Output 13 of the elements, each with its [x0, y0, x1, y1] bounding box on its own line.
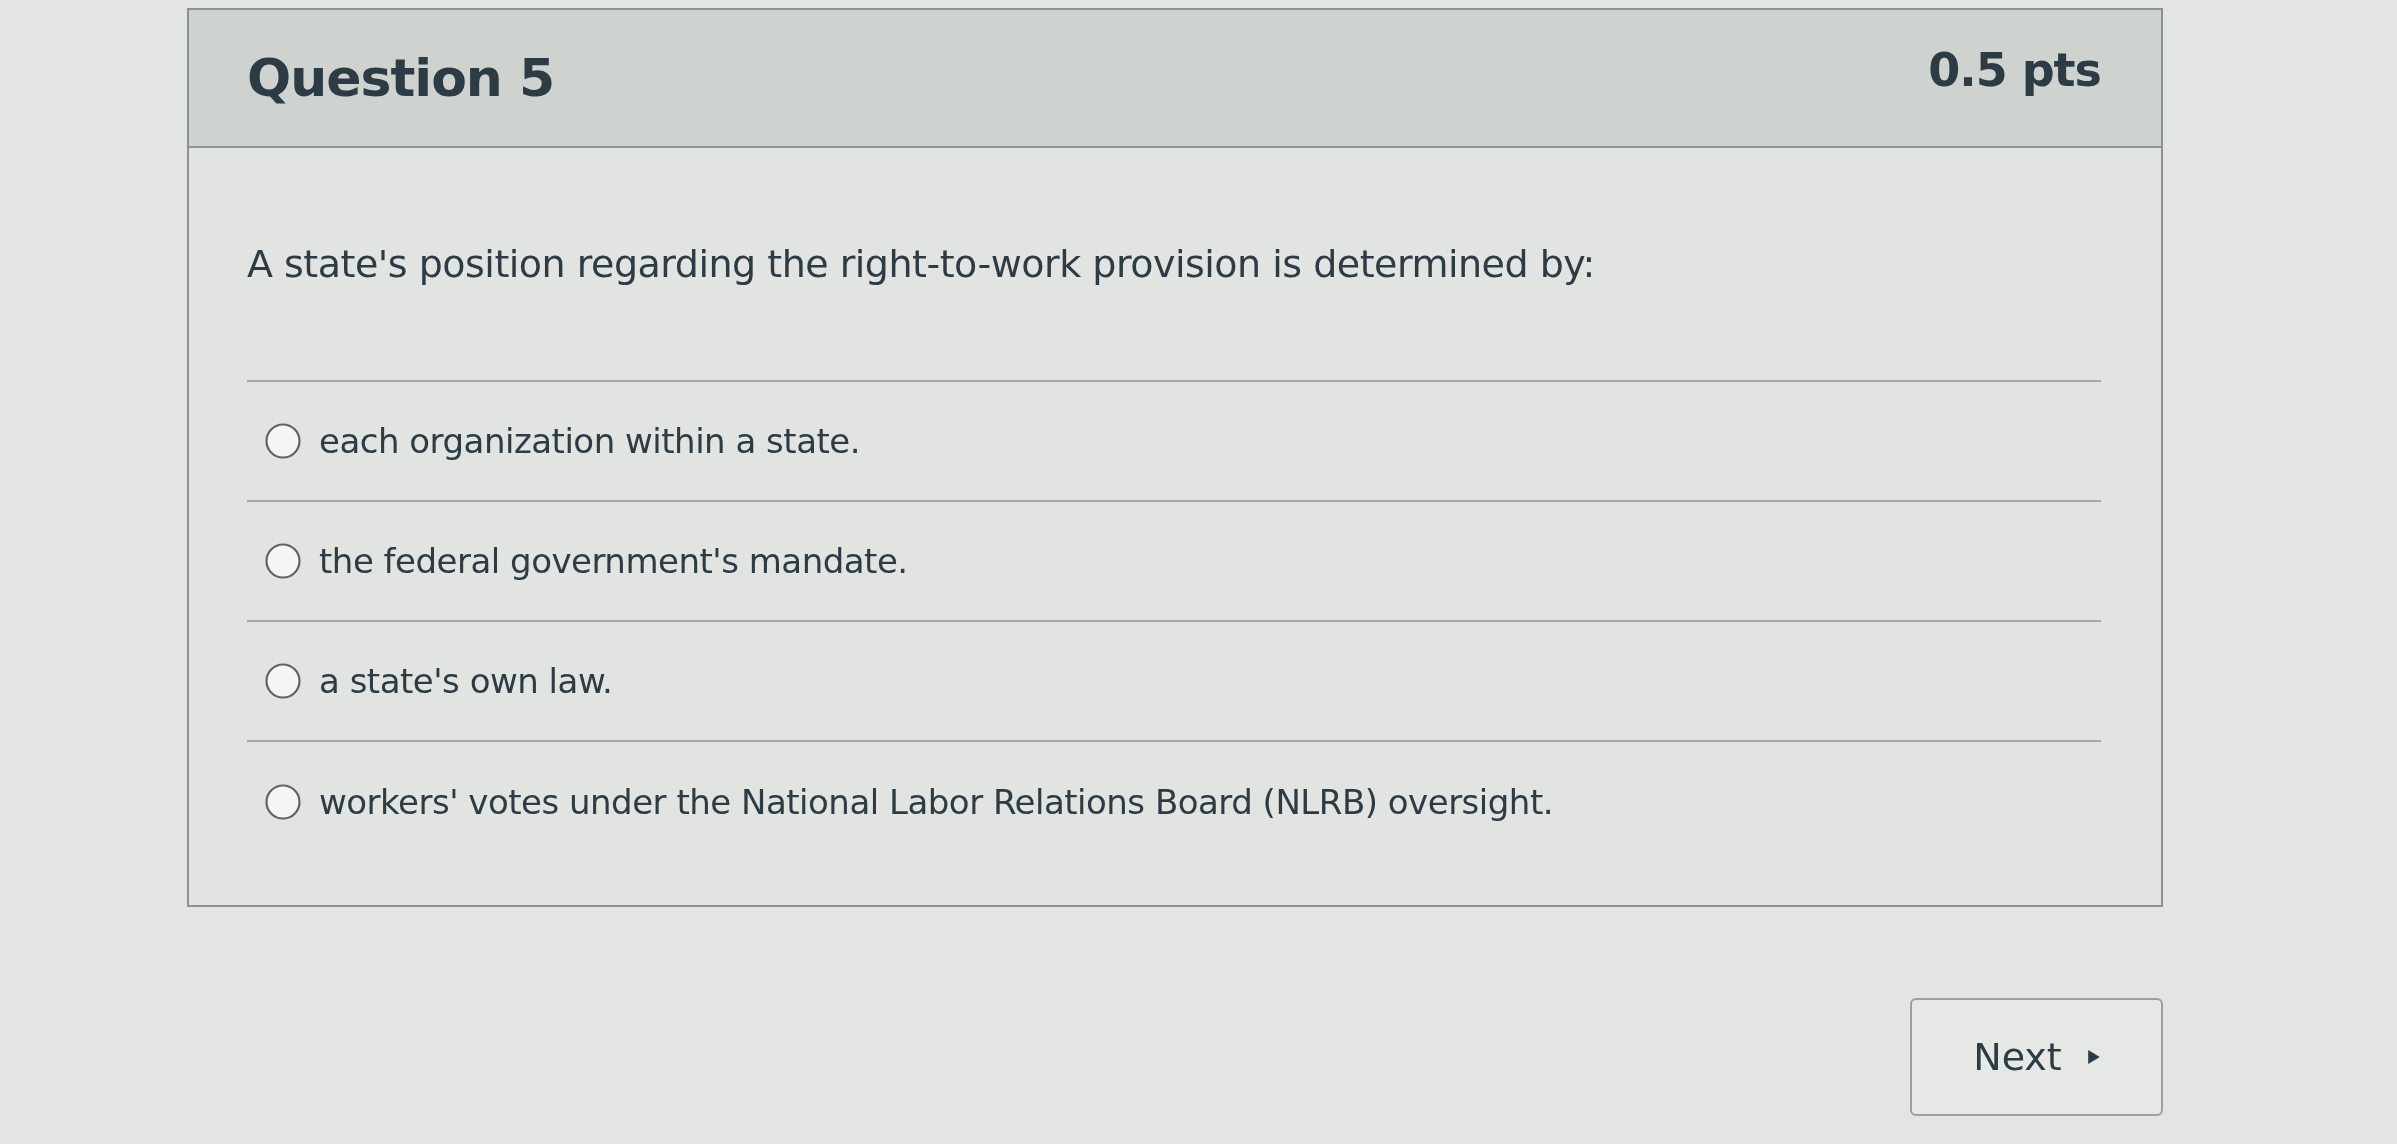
question-title: Question 5 [247, 48, 555, 108]
radio-button-icon[interactable] [265, 543, 301, 579]
next-button[interactable]: Next [1910, 998, 2163, 1116]
answer-option[interactable]: a state's own law. [247, 622, 2101, 742]
question-text: A state's position regarding the right-to-work provision is determined by: [247, 148, 2101, 382]
caret-icon [2087, 1050, 2100, 1064]
radio-button-icon[interactable] [265, 784, 301, 820]
answer-option[interactable]: each organization within a state. [247, 382, 2101, 502]
points-label: 0.5 pts [1928, 43, 2101, 97]
answer-option[interactable]: workers' votes under the National Labor Relations Board (NLRB) oversight. [247, 742, 2101, 862]
answer-option[interactable]: the federal government's mandate. [247, 502, 2101, 622]
radio-button-icon[interactable] [265, 423, 301, 459]
radio-button-icon[interactable] [265, 663, 301, 699]
